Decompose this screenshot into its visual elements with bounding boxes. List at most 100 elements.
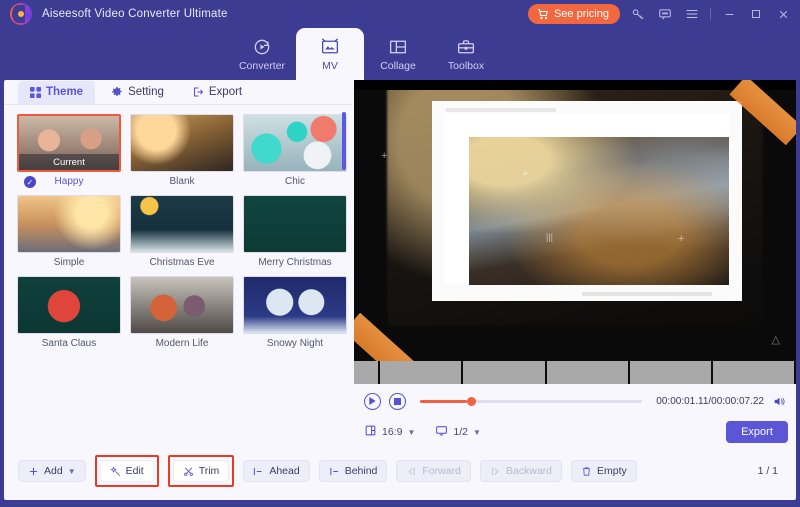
stop-button[interactable] <box>389 393 406 410</box>
theme-thumbnail <box>243 276 347 334</box>
chevron-down-icon[interactable]: ▼ <box>473 428 481 437</box>
nav-item-converter[interactable]: Converter <box>228 28 296 80</box>
export-button[interactable]: Export <box>726 421 788 443</box>
theme-list-scrollbar[interactable] <box>342 112 346 384</box>
theme-label-wrap: Blank <box>130 176 234 189</box>
zoom-selector[interactable]: 1/2 ▼ <box>435 424 481 440</box>
seek-handle[interactable] <box>467 397 476 406</box>
theme-label-wrap: Simple <box>17 257 121 270</box>
behind-label: Behind <box>345 465 378 477</box>
divider <box>710 8 711 20</box>
export-icon <box>192 86 204 98</box>
see-pricing-button[interactable]: See pricing <box>528 4 620 24</box>
nav-item-toolbox[interactable]: Toolbox <box>432 28 500 80</box>
empty-button[interactable]: Empty <box>571 460 637 482</box>
application-window: Aiseesoft Video Converter Ultimate See p… <box>0 0 800 507</box>
theme-thumbnail <box>17 195 121 253</box>
preview-photo <box>469 137 729 285</box>
theme-label-wrap: Snowy Night <box>243 338 347 351</box>
plus-marker-icon: + <box>381 150 387 162</box>
theme-label: Snowy Night <box>267 338 323 349</box>
theme-thumbnail <box>130 276 234 334</box>
nav-label-mv: MV <box>322 60 338 72</box>
trim-button[interactable]: Trim <box>173 460 230 482</box>
preview-frame <box>432 101 742 301</box>
cart-icon <box>537 8 549 20</box>
chevron-down-icon[interactable]: ▼ <box>407 428 415 437</box>
add-button[interactable]: Add ▼ <box>18 460 86 482</box>
page-indicator: 1 / 1 <box>758 465 778 477</box>
sub-tab-bar: Theme Setting <box>4 80 352 105</box>
player-controls: 00:00:01.11/00:00:07.22 1 <box>354 384 796 456</box>
theme-item-snowy-night[interactable]: Snowy Night <box>243 276 347 351</box>
theme-item-chic[interactable]: Chic <box>243 114 347 189</box>
backward-button[interactable]: Backward <box>480 460 562 482</box>
theme-label-wrap: ✓ Happy <box>17 176 121 189</box>
theme-item-santa-claus[interactable]: Santa Claus <box>17 276 121 351</box>
theme-item-modern-life[interactable]: Modern Life <box>130 276 234 351</box>
theme-thumbnail <box>243 114 347 172</box>
minimize-icon[interactable] <box>720 5 738 23</box>
theme-item-happy[interactable]: Current ✓ Happy <box>17 114 121 189</box>
volume-icon[interactable] <box>772 395 786 408</box>
play-button[interactable] <box>364 393 381 410</box>
theme-label-wrap: Modern Life <box>130 338 234 351</box>
insert-ahead-icon <box>253 466 264 477</box>
ahead-button[interactable]: Ahead <box>243 460 309 482</box>
add-label: Add <box>44 465 63 477</box>
theme-label: Modern Life <box>156 338 209 349</box>
triangle-marker-icon: △ <box>772 333 780 346</box>
aspect-ratio-selector[interactable]: 16:9 ▼ <box>364 424 415 440</box>
theme-thumbnail <box>130 195 234 253</box>
grid-icon <box>30 87 41 98</box>
key-icon[interactable] <box>629 5 647 23</box>
tab-export[interactable]: Export <box>180 81 254 104</box>
backward-label: Backward <box>506 465 552 477</box>
preview-filmstrip <box>354 361 796 384</box>
clip-toolbar: Add ▼ Edit <box>4 456 796 486</box>
theme-label: Merry Christmas <box>258 257 331 268</box>
behind-button[interactable]: Behind <box>319 460 388 482</box>
edit-label: Edit <box>126 465 144 477</box>
theme-label: Santa Claus <box>42 338 96 349</box>
nav-label-collage: Collage <box>380 60 416 72</box>
maximize-icon[interactable] <box>747 5 765 23</box>
current-badge: Current <box>19 154 119 170</box>
main-nav-bar: Converter MV Collage <box>0 28 800 80</box>
feedback-icon[interactable] <box>656 5 674 23</box>
zoom-value: 1/2 <box>453 426 468 438</box>
theme-item-merry-christmas[interactable]: Merry Christmas <box>243 195 347 270</box>
ahead-label: Ahead <box>269 465 299 477</box>
theme-item-blank[interactable]: Blank <box>130 114 234 189</box>
theme-list[interactable]: Current ✓ Happy Blank <box>4 106 352 384</box>
theme-thumbnail <box>17 276 121 334</box>
seek-slider[interactable] <box>420 400 642 403</box>
theme-label-wrap: Santa Claus <box>17 338 121 351</box>
forward-label: Forward <box>422 465 461 477</box>
nav-item-mv[interactable]: MV <box>296 28 364 80</box>
theme-item-simple[interactable]: Simple <box>17 195 121 270</box>
hamburger-menu-icon[interactable] <box>683 5 701 23</box>
theme-item-christmas-eve[interactable]: Christmas Eve <box>130 195 234 270</box>
check-icon: ✓ <box>24 176 36 188</box>
video-preview[interactable]: + + + ||| △ <box>354 80 796 384</box>
close-icon[interactable] <box>774 5 792 23</box>
playback-time: 00:00:01.11/00:00:07.22 <box>656 396 764 407</box>
nav-item-collage[interactable]: Collage <box>364 28 432 80</box>
theme-label: Chic <box>285 176 305 187</box>
tab-setting[interactable]: Setting <box>99 81 176 104</box>
tab-theme-label: Theme <box>46 86 83 98</box>
gear-icon <box>111 86 123 98</box>
forward-button[interactable]: Forward <box>396 460 471 482</box>
toolbox-icon <box>455 37 477 57</box>
screen-icon <box>435 424 448 440</box>
theme-thumbnail <box>243 195 347 253</box>
collage-icon <box>387 37 409 57</box>
edit-button[interactable]: Edit <box>100 460 154 482</box>
pause-marker-icon: ||| <box>546 232 553 242</box>
plus-marker-icon: + <box>678 233 684 245</box>
plus-marker-icon: + <box>522 168 528 180</box>
tab-theme[interactable]: Theme <box>18 81 95 104</box>
theme-label-wrap: Merry Christmas <box>243 257 347 270</box>
chevron-down-icon[interactable]: ▼ <box>68 467 76 476</box>
